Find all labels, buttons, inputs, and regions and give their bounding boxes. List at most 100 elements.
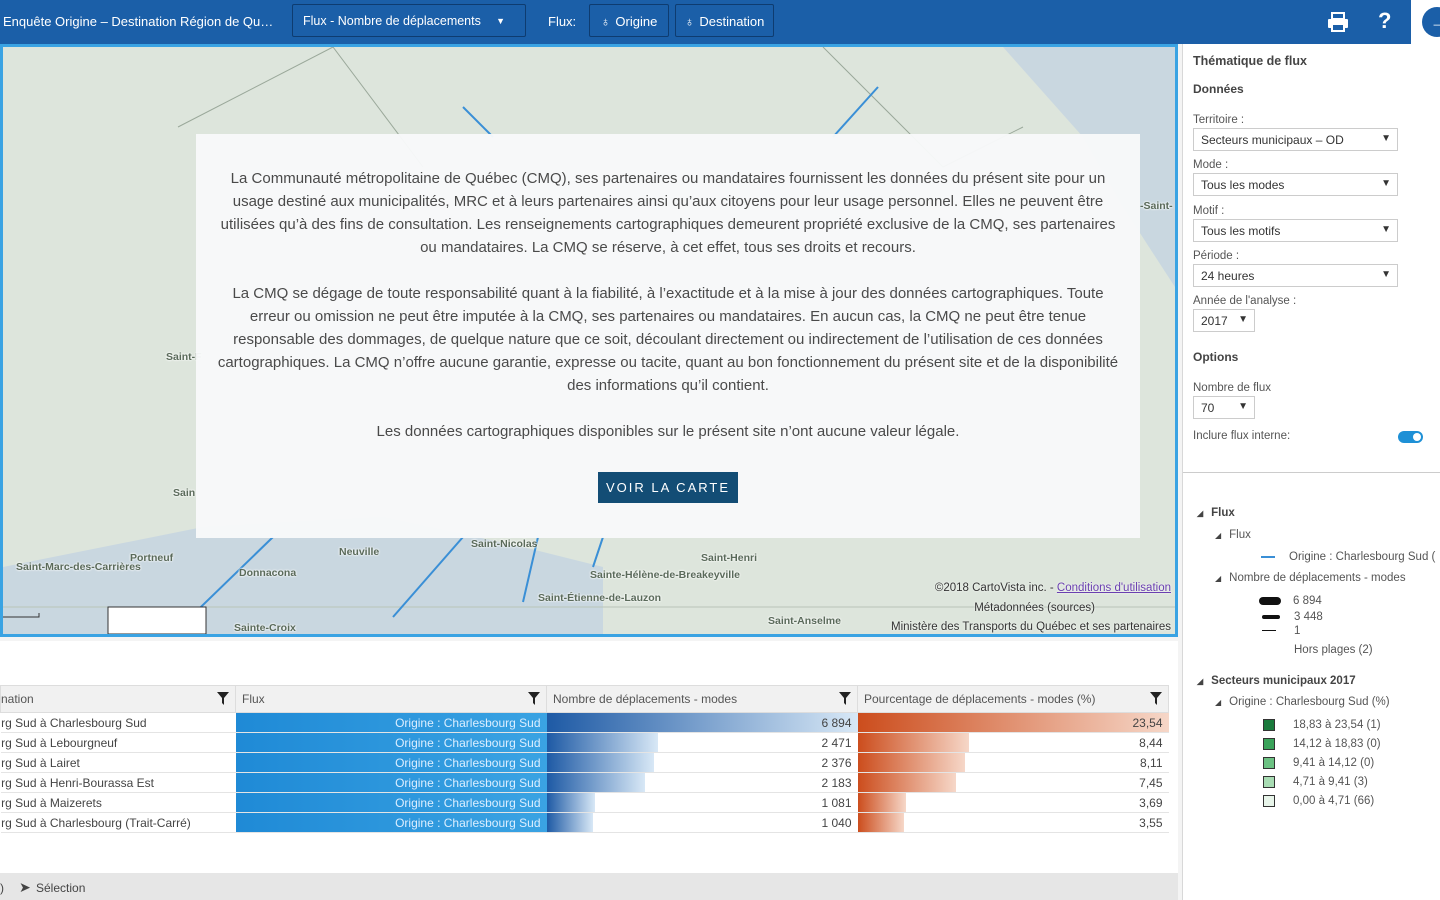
map-place-label: Portneuf xyxy=(130,552,174,564)
cell-flux: Origine : Charlesbourg Sud xyxy=(235,772,547,793)
annee-value: 2017 xyxy=(1201,314,1228,328)
help-icon[interactable]: ? xyxy=(1378,8,1391,34)
cell-flux: Origine : Charlesbourg Sud xyxy=(235,752,547,773)
line-swatch xyxy=(1261,555,1275,558)
section-data: Données xyxy=(1193,82,1244,96)
disclaimer-paragraph: La CMQ se dégage de toute responsabilité… xyxy=(217,285,1119,394)
legend-sect-group[interactable]: ◢ Secteurs municipaux 2017 xyxy=(1197,675,1356,687)
cell-count: 2 183 xyxy=(546,772,858,793)
chevron-down-icon: ▼ xyxy=(1381,133,1391,144)
color-swatch xyxy=(1263,719,1275,731)
legend-class-item: 18,83 à 23,54 (1) xyxy=(1263,719,1381,731)
cell-destination: urg Sud à Lairet xyxy=(0,752,236,773)
table-row[interactable]: urg Sud à Charlesbourg Sud Origine : Char… xyxy=(0,712,1169,733)
map-view[interactable]: Saint-Marc-des-Carrières Portneuf Donnac… xyxy=(0,44,1178,637)
flux-interne-toggle[interactable] xyxy=(1398,431,1423,443)
territoire-value: Secteurs municipaux – OD xyxy=(1201,133,1344,147)
view-map-button[interactable]: VOIR LA CARTE xyxy=(598,472,738,503)
annee-select[interactable]: 2017 ▼ xyxy=(1193,309,1255,332)
origin-button-label: Origine xyxy=(615,14,658,29)
map-place-label: Saint-Étienne-de-Lauzon xyxy=(538,592,662,604)
origin-button[interactable]: ♁ Origine xyxy=(589,4,669,37)
table-row[interactable]: urg Sud à Maizerets Origine : Charlesbour… xyxy=(0,792,1169,813)
territoire-select[interactable]: Secteurs municipaux – OD ▼ xyxy=(1193,128,1398,151)
column-header-destination[interactable]: nation xyxy=(0,685,236,713)
periode-select[interactable]: 24 heures ▼ xyxy=(1193,264,1398,287)
collapse-icon: ◢ xyxy=(1215,574,1222,583)
map-place-label: Saint-Marc-des-Carrières xyxy=(16,561,141,573)
map-place-label: Sainte-Croix xyxy=(234,622,296,634)
legend-class-item: 9,41 à 14,12 (0) xyxy=(1263,757,1374,769)
status-bar: ) ➤ Sélection xyxy=(0,873,1178,900)
cursor-icon: ➤ xyxy=(19,879,31,895)
map-place-label: Neuville xyxy=(339,546,380,558)
cell-percent: 7,45 xyxy=(857,772,1169,793)
cell-count: 6 894 xyxy=(546,712,858,733)
filter-icon[interactable] xyxy=(839,692,851,705)
exit-button[interactable]: → xyxy=(1411,0,1440,44)
nb-flux-label: Nombre de flux xyxy=(1193,382,1271,394)
map-place-label: Donnacona xyxy=(239,567,297,579)
legend-flux-origin: Origine : Charlesbourg Sud ( xyxy=(1261,551,1435,563)
copyright-text: ©2018 CartoVista inc. - xyxy=(934,582,1057,594)
cell-flux: Origine : Charlesbourg Sud xyxy=(235,792,547,813)
table-row[interactable]: urg Sud à Lairet Origine : Charlesbourg S… xyxy=(0,752,1169,773)
filter-icon[interactable] xyxy=(1150,692,1162,705)
map-place-label: Sainte-Hélène-de-Breakeyville xyxy=(590,569,740,581)
cell-destination: urg Sud à Henri-Bourassa Est xyxy=(0,772,236,793)
annee-label: Année de l'analyse : xyxy=(1193,295,1297,307)
legend-mode-class: 1 xyxy=(1262,625,1300,637)
column-header-percent[interactable]: Pourcentage de déplacements - modes (%) xyxy=(857,685,1169,713)
legend-flux-group[interactable]: ◢ Flux xyxy=(1197,507,1235,519)
chevron-down-icon: ▼ xyxy=(1238,314,1248,325)
mode-select[interactable]: Tous les modes ▼ xyxy=(1193,173,1398,196)
terms-link[interactable]: Conditions d'utilisation xyxy=(1057,582,1171,594)
legend-class-item: 0,00 à 4,71 (66) xyxy=(1263,795,1374,807)
chevron-down-icon: ▼ xyxy=(1381,224,1391,235)
cell-destination: urg Sud à Maizerets xyxy=(0,792,236,813)
legend-sect-sub[interactable]: ◢ Origine : Charlesbourg Sud (%) xyxy=(1215,696,1390,708)
table-row[interactable]: urg Sud à Lebourgneuf Origine : Charlesbo… xyxy=(0,732,1169,753)
section-options: Options xyxy=(1193,350,1239,364)
nb-flux-select[interactable]: 70 ▼ xyxy=(1193,396,1255,419)
legend-flux-sub[interactable]: ◢ Flux xyxy=(1215,529,1251,541)
selection-tool[interactable]: Sélection xyxy=(36,881,85,895)
legend-modes-title[interactable]: ◢ Nombre de déplacements - modes xyxy=(1215,572,1406,584)
filter-icon[interactable] xyxy=(217,692,229,705)
panel-divider[interactable] xyxy=(1183,472,1440,473)
cell-flux: Origine : Charlesbourg Sud xyxy=(235,812,547,833)
filter-icon[interactable] xyxy=(528,692,540,705)
periode-label: Période : xyxy=(1193,250,1240,262)
column-header-flux[interactable]: Flux xyxy=(235,685,547,713)
line-swatch xyxy=(1262,630,1276,632)
cell-percent: 23,54 xyxy=(857,712,1169,733)
data-grid: nation Flux Nombre de déplacements - mod… xyxy=(0,641,1178,873)
table-row[interactable]: urg Sud à Henri-Bourassa Est Origine : Ch… xyxy=(0,772,1169,793)
table-row[interactable]: urg Sud à Charlesbourg (Trait-Carré) Orig… xyxy=(0,812,1169,833)
cell-flux: Origine : Charlesbourg Sud xyxy=(235,712,547,733)
collapse-icon: ◢ xyxy=(1215,698,1222,707)
nb-flux-value: 70 xyxy=(1201,401,1215,415)
cell-flux: Origine : Charlesbourg Sud xyxy=(235,732,547,753)
cell-percent: 8,44 xyxy=(857,732,1169,753)
cell-percent: 3,69 xyxy=(857,792,1169,813)
metadata-link[interactable]: Métadonnées (sources) xyxy=(974,602,1095,614)
print-icon[interactable] xyxy=(1326,10,1350,34)
chevron-down-icon: ▼ xyxy=(1381,269,1391,280)
flow-icon: ♁ xyxy=(600,14,611,29)
color-swatch xyxy=(1263,757,1275,769)
column-header-count[interactable]: Nombre de déplacements - modes xyxy=(546,685,858,713)
destination-button[interactable]: ♁ Destination xyxy=(675,4,774,37)
theme-dropdown[interactable]: Flux - Nombre de déplacements ▼ xyxy=(292,4,526,37)
territoire-label: Territoire : xyxy=(1193,114,1245,126)
map-place-label: Saint-Anselme xyxy=(768,615,841,627)
motif-label: Motif : xyxy=(1193,205,1225,217)
motif-select[interactable]: Tous les motifs ▼ xyxy=(1193,219,1398,242)
color-swatch xyxy=(1263,795,1275,807)
cell-destination: urg Sud à Charlesbourg (Trait-Carré) xyxy=(0,812,236,833)
disclaimer-overlay: La Communauté métropolitaine de Québec (… xyxy=(196,134,1140,538)
cell-count: 1 081 xyxy=(546,792,858,813)
legend-class-item: 14,12 à 18,83 (0) xyxy=(1263,738,1381,750)
legend-mode-class: 6 894 xyxy=(1259,595,1322,607)
destination-button-label: Destination xyxy=(699,14,765,29)
